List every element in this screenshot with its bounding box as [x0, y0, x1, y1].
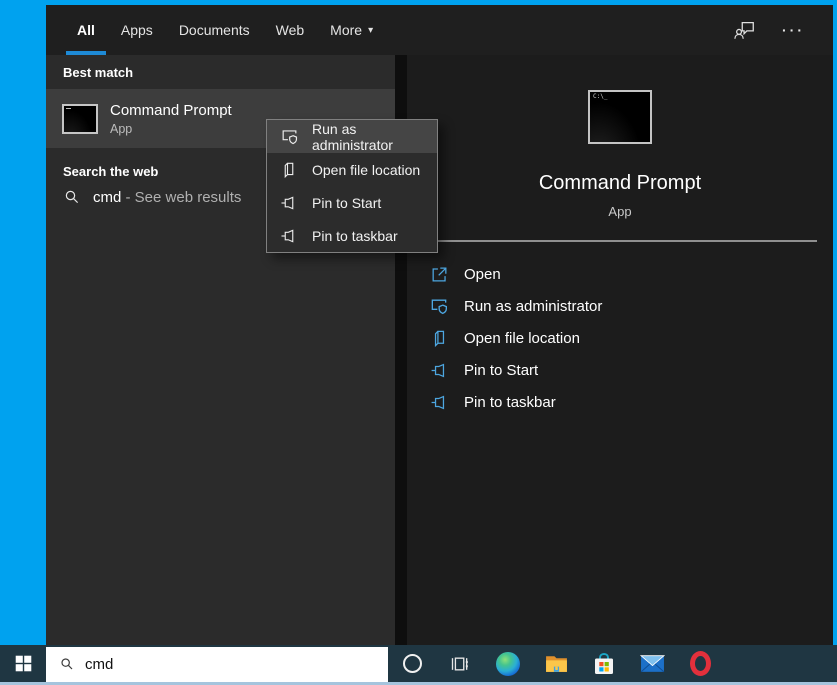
tab-more-label: More — [330, 22, 363, 38]
pin-icon — [279, 193, 299, 213]
windows-search-flyout-screen: All Apps Documents Web More ▾ ··· Best m… — [0, 0, 837, 685]
task-view-icon — [450, 654, 470, 674]
opera-browser-icon — [689, 651, 711, 676]
web-query-text: cmd — [93, 188, 122, 206]
tab-web[interactable]: Web — [276, 5, 305, 55]
search-filter-tabs: All Apps Documents Web More ▾ ··· — [46, 5, 833, 55]
context-menu-item-pin-to-taskbar[interactable]: Pin to taskbar — [267, 219, 437, 252]
taskbar-item-mail[interactable] — [628, 645, 676, 682]
preview-actions: Open Run as administrator Open file loca… — [407, 258, 833, 418]
pin-icon — [429, 360, 449, 380]
search-results-area: Best match Command Prompt App Search the… — [46, 55, 833, 645]
microsoft-store-icon — [592, 652, 616, 676]
action-pin-to-start[interactable]: Pin to Start — [407, 354, 833, 386]
tab-documents-label: Documents — [178, 22, 250, 38]
chevron-down-icon: ▾ — [368, 24, 374, 36]
context-menu-item-open-file-location[interactable]: Open file location — [267, 153, 437, 186]
result-subtitle: App — [110, 121, 133, 136]
context-menu: Run as administrator Open file location … — [266, 119, 438, 253]
context-menu-label: Run as administrator — [312, 120, 393, 153]
open-file-location-icon — [429, 328, 449, 348]
taskbar-item-task-view[interactable] — [436, 645, 484, 682]
pin-icon — [279, 226, 299, 246]
action-pin-to-taskbar[interactable]: Pin to taskbar — [407, 386, 833, 418]
mail-icon — [639, 653, 665, 674]
preview-panel: C:\_ Command Prompt App Open Run as admi… — [407, 55, 833, 645]
action-label: Pin to Start — [464, 361, 539, 379]
context-menu-item-pin-to-start[interactable]: Pin to Start — [267, 186, 437, 219]
windows-logo-icon — [15, 655, 32, 672]
tab-documents[interactable]: Documents — [179, 5, 250, 55]
search-icon — [59, 656, 75, 672]
tab-all[interactable]: All — [65, 5, 106, 55]
taskbar-item-edge[interactable] — [484, 645, 532, 682]
tab-apps-label: Apps — [120, 22, 153, 38]
cortana-icon — [402, 654, 422, 673]
context-menu-item-run-as-administrator[interactable]: Run as administrator — [267, 120, 437, 153]
command-prompt-icon-large: C:\_ — [588, 90, 652, 144]
tab-apps[interactable]: Apps — [121, 5, 153, 55]
taskbar-item-cortana[interactable] — [388, 645, 436, 682]
action-open-file-location[interactable]: Open file location — [407, 322, 833, 354]
context-menu-label: Pin to Start — [312, 194, 382, 211]
context-menu-label: Pin to taskbar — [312, 227, 398, 244]
preview-subtitle: App — [608, 204, 632, 219]
file-explorer-icon — [544, 651, 569, 676]
feedback-icon[interactable] — [734, 19, 756, 41]
action-label: Open — [464, 265, 501, 283]
tab-all-label: All — [77, 22, 95, 38]
command-prompt-icon — [62, 103, 98, 134]
web-result-suffix: - See web results — [125, 188, 242, 206]
tab-more[interactable]: More ▾ — [330, 5, 373, 55]
action-open[interactable]: Open — [407, 258, 833, 290]
more-options-icon[interactable]: ··· — [782, 23, 805, 37]
best-match-heading: Best match — [63, 65, 134, 80]
action-label: Open file location — [464, 329, 580, 347]
pin-icon — [429, 392, 449, 412]
result-title: Command Prompt — [110, 101, 232, 119]
start-button[interactable] — [0, 645, 46, 682]
preview-title: Command Prompt — [538, 172, 702, 194]
run-as-administrator-icon — [429, 296, 449, 316]
taskbar: cmd — [0, 645, 837, 682]
action-label: Run as administrator — [464, 297, 603, 315]
preview-divider — [423, 240, 817, 242]
search-flyout: All Apps Documents Web More ▾ ··· Best m… — [46, 5, 833, 645]
edge-browser-icon — [496, 651, 520, 676]
taskbar-search-value: cmd — [85, 655, 114, 673]
action-run-as-administrator[interactable]: Run as administrator — [407, 290, 833, 322]
tab-web-label: Web — [275, 22, 305, 38]
open-icon — [429, 264, 449, 284]
search-icon — [63, 188, 81, 206]
action-label: Pin to taskbar — [464, 393, 556, 411]
context-menu-label: Open file location — [312, 161, 421, 178]
taskbar-item-microsoft-store[interactable] — [580, 645, 628, 682]
run-as-administrator-icon — [279, 127, 299, 147]
taskbar-search-box[interactable]: cmd — [46, 646, 388, 682]
taskbar-item-file-explorer[interactable] — [532, 645, 580, 682]
taskbar-item-opera[interactable] — [676, 645, 724, 682]
open-file-location-icon — [279, 160, 299, 180]
